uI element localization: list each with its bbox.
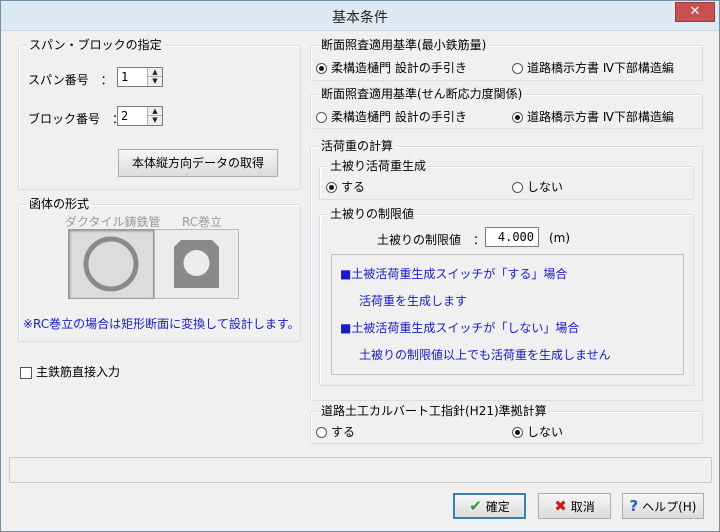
radio-icon[interactable] [512, 182, 523, 193]
cover-limit-info-box: ■土被活荷重生成スイッチが「する」場合 活荷重を生成します ■土被活荷重生成スイ… [331, 254, 684, 375]
ok-label: 確定 [485, 500, 510, 514]
ductile-pipe-label: ダクタイル鋳鉄管 [65, 215, 161, 229]
help-label: ヘルプ(H) [642, 500, 697, 514]
culvert-type-legend: 函体の形式 [27, 197, 92, 211]
radio-icon[interactable] [316, 427, 327, 438]
info-line-1: ■土被活荷重生成スイッチが「する」場合 [340, 267, 568, 281]
info-line-3: ■土被活荷重生成スイッチが「しない」場合 [340, 321, 580, 335]
spin-up-icon[interactable]: ▲ [148, 107, 162, 116]
shear-option-flexible[interactable]: 柔構造樋門 設計の手引き [316, 108, 467, 125]
min-rebar-option-flexible[interactable]: 柔構造樋門 設計の手引き [316, 59, 467, 76]
cover-gen-no-label: しない [527, 180, 564, 194]
circle-pipe-icon [83, 236, 139, 292]
block-number-value: 2 [121, 109, 129, 123]
info-line-4: 土被りの制限値以上でも活荷重を生成しません [359, 348, 611, 362]
rc-section-icon [174, 240, 219, 288]
ok-button[interactable]: ✔ 確定 [453, 493, 526, 519]
road-culvert-option-no[interactable]: しない [512, 423, 563, 440]
spin-up-icon[interactable]: ▲ [148, 68, 162, 77]
main-rebar-label: 主鉄筋直接入力 [36, 365, 121, 379]
help-button[interactable]: ? ヘルプ(H) [622, 493, 704, 519]
info-line-2: 活荷重を生成します [359, 294, 468, 308]
shear-option2-label: 道路橋示方書 Ⅳ下部構造編 [527, 110, 674, 124]
cover-limit-label: 土被りの制限値 ： [377, 233, 486, 247]
road-culvert-guideline-group: 道路土工カルバート工指針(H21)準拠計算 [310, 404, 703, 444]
cross-icon: ✖ [554, 497, 567, 515]
rc-casing-button[interactable] [154, 229, 239, 299]
min-rebar-option-road-bridge[interactable]: 道路橋示方書 Ⅳ下部構造編 [512, 59, 674, 76]
window-title: 基本条件 [332, 10, 388, 26]
min-rebar-option2-label: 道路橋示方書 Ⅳ下部構造編 [527, 61, 674, 75]
shear-option-road-bridge[interactable]: 道路橋示方書 Ⅳ下部構造編 [512, 108, 674, 125]
checkbox-icon[interactable] [20, 366, 32, 379]
min-rebar-legend: 断面照査適用基準(最小鉄筋量) [319, 38, 489, 52]
check-icon: ✔ [469, 497, 482, 515]
radio-selected-icon[interactable] [512, 112, 523, 123]
span-number-label: スパン番号 ： [28, 73, 113, 87]
block-number-label: ブロック番号 ： [28, 112, 125, 126]
ductile-pipe-button[interactable] [68, 229, 154, 299]
status-bar [9, 457, 712, 483]
road-culvert-no-label: しない [527, 425, 564, 439]
road-culvert-yes-label: する [331, 425, 356, 439]
cover-gen-yes-label: する [341, 180, 366, 194]
span-block-legend: スパン・ブロックの指定 [27, 38, 164, 52]
live-load-legend: 活荷重の計算 [319, 139, 396, 153]
block-spinner-arrows[interactable]: ▲ ▼ [147, 107, 162, 125]
cover-live-load-gen-legend: 土被り活荷重生成 [328, 159, 429, 173]
cover-live-load-gen-group: 土被り活荷重生成 [319, 159, 694, 200]
rc-conversion-note: ※RC巻立の場合は矩形断面に変換して設計します。 [23, 317, 300, 331]
shear-legend: 断面照査適用基準(せん断応力度関係) [319, 87, 525, 101]
title-bar[interactable]: 基本条件 ✕ [1, 1, 719, 31]
block-number-spinner[interactable]: 2 ▲ ▼ [117, 106, 163, 126]
dialog-window: 基本条件 ✕ スパン・ブロックの指定 スパン番号 ： 1 ▲ ▼ ブロック番号 ：… [0, 0, 720, 532]
spin-down-icon[interactable]: ▼ [148, 116, 162, 125]
span-number-spinner[interactable]: 1 ▲ ▼ [117, 67, 163, 87]
close-button[interactable]: ✕ [675, 2, 715, 22]
span-number-value: 1 [121, 70, 129, 84]
cancel-button[interactable]: ✖ 取消 [538, 493, 611, 519]
help-icon: ? [629, 497, 639, 515]
rc-casing-label: RC巻立 [182, 215, 223, 229]
cancel-label: 取消 [570, 500, 595, 514]
cover-gen-option-yes[interactable]: する [326, 178, 365, 195]
main-rebar-direct-input-checkbox[interactable]: 主鉄筋直接入力 [20, 363, 120, 380]
cover-limit-legend: 土被りの制限値 [328, 207, 417, 221]
cover-limit-unit: (m) [549, 231, 571, 245]
radio-selected-icon[interactable] [326, 182, 337, 193]
radio-selected-icon[interactable] [316, 63, 327, 74]
road-culvert-legend: 道路土工カルバート工指針(H21)準拠計算 [319, 404, 549, 418]
fetch-longitudinal-data-button[interactable]: 本体縦方向データの取得 [118, 149, 278, 177]
shear-option1-label: 柔構造樋門 設計の手引き [331, 110, 467, 124]
span-spinner-arrows[interactable]: ▲ ▼ [147, 68, 162, 86]
cover-limit-input[interactable]: 4.000 [485, 227, 539, 247]
cover-gen-option-no[interactable]: しない [512, 178, 563, 195]
radio-icon[interactable] [316, 112, 327, 123]
radio-icon[interactable] [512, 63, 523, 74]
road-culvert-option-yes[interactable]: する [316, 423, 355, 440]
spin-down-icon[interactable]: ▼ [148, 77, 162, 86]
min-rebar-option1-label: 柔構造樋門 設計の手引き [331, 61, 467, 75]
radio-selected-icon[interactable] [512, 427, 523, 438]
